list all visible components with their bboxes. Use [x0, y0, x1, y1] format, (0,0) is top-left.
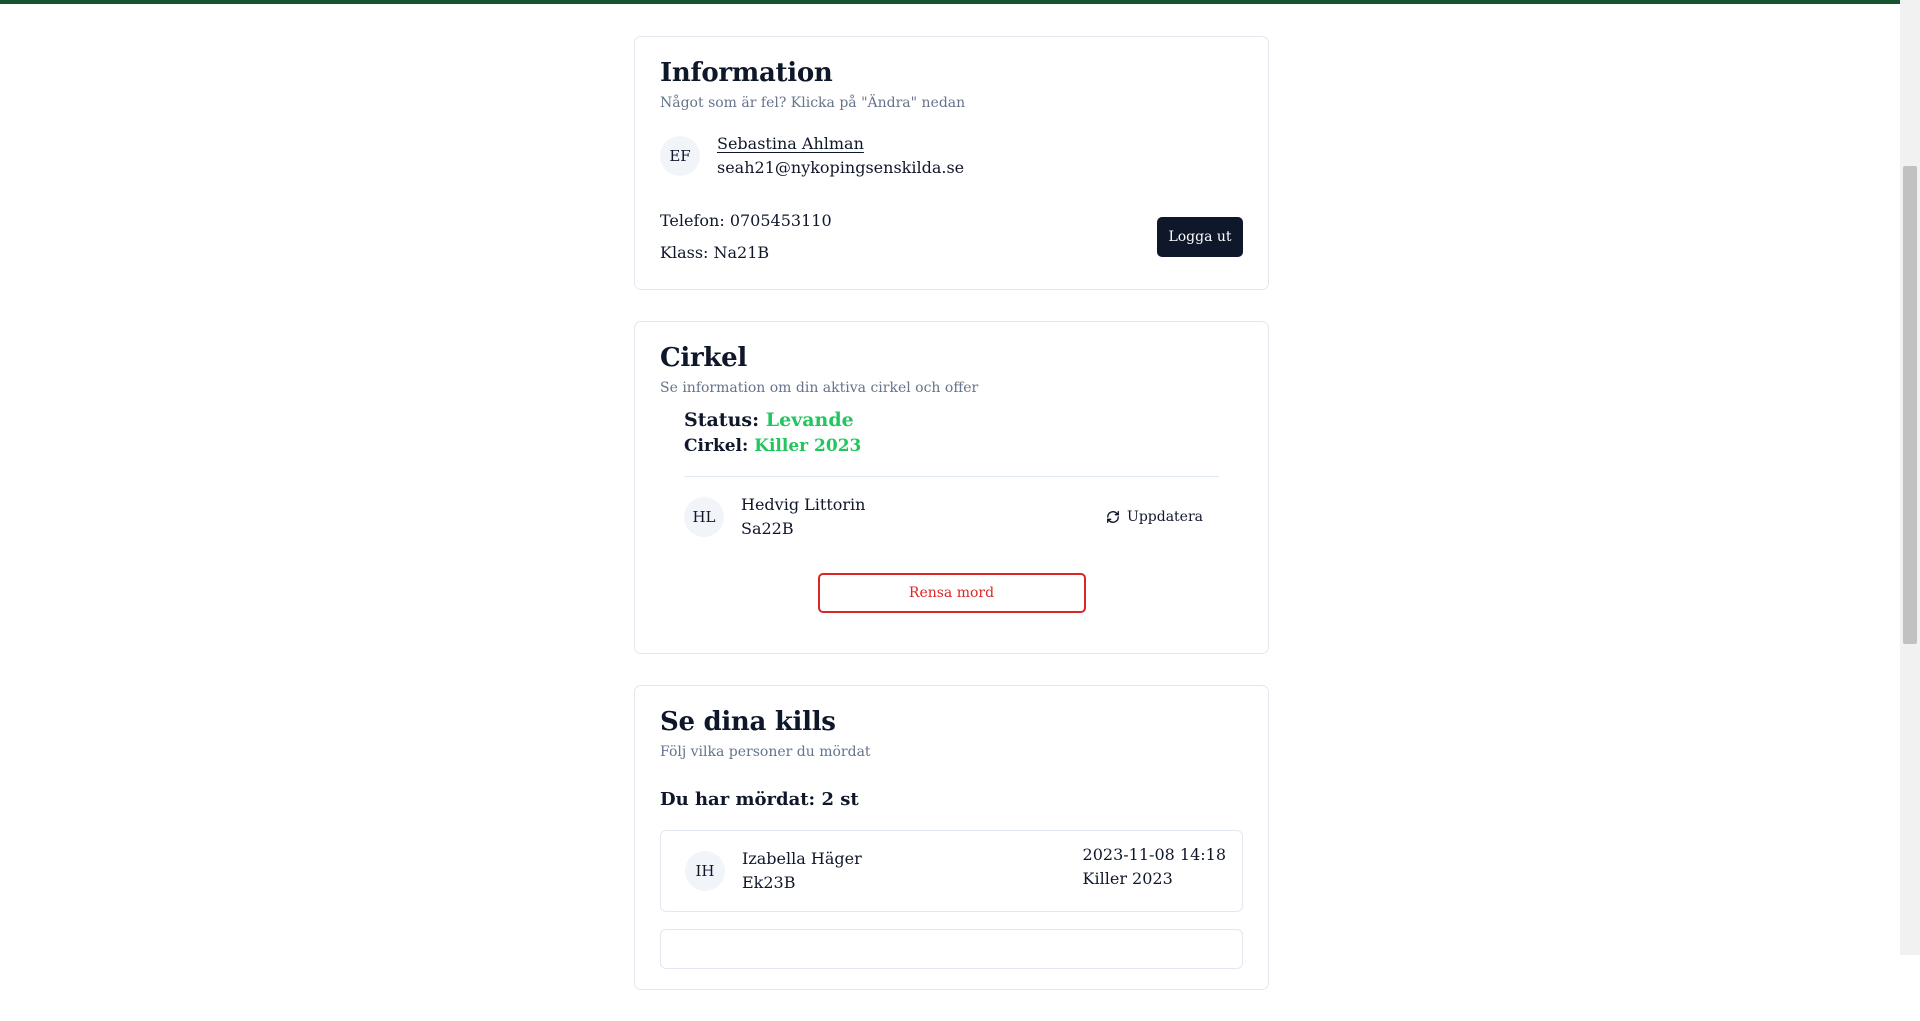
kill-avatar: IH	[685, 851, 725, 891]
target-name: Hedvig Littorin	[741, 495, 866, 514]
kill-list-item	[660, 929, 1243, 969]
kill-details: Izabella Häger Ek23B	[742, 847, 862, 895]
refresh-icon	[1107, 511, 1119, 523]
refresh-button[interactable]: Uppdatera	[1106, 509, 1203, 525]
target-avatar: HL	[684, 497, 724, 537]
status-line: Status: Levande	[684, 407, 1243, 433]
contact-lines: Telefon: 0705453110 Klass: Na21B	[660, 205, 832, 269]
target-details: Hedvig Littorin Sa22B	[741, 493, 865, 541]
target-row: HL Hedvig Littorin Sa22B Uppdatera	[660, 493, 1243, 541]
status-block: Status: Levande Cirkel: Killer 2023	[660, 407, 1243, 459]
information-card: Information Något som är fel? Klicka på …	[634, 36, 1269, 290]
kill-count: Du har mördat: 2 st	[660, 789, 859, 810]
kills-subtitle: Följ vilka personer du mördat	[660, 744, 871, 760]
information-title: Information	[660, 58, 833, 88]
kill-class: Ek23B	[742, 873, 796, 892]
circle-subtitle: Se information om din aktiva cirkel och …	[660, 380, 979, 396]
kill-meta: 2023-11-08 14:18 Killer 2023	[1083, 843, 1226, 891]
circle-card: Cirkel Se information om din aktiva cirk…	[634, 321, 1269, 654]
user-row: EF Sebastina Ahlman seah21@nykopingsensk…	[660, 132, 1243, 180]
phone-text: Telefon: 0705453110	[660, 211, 832, 230]
scrollbar-track[interactable]	[1900, 0, 1920, 955]
scrollbar-thumb[interactable]	[1903, 166, 1917, 644]
circle-title: Cirkel	[660, 343, 747, 373]
circle-line: Cirkel: Killer 2023	[684, 433, 1243, 459]
profile-page: Information Något som är fel? Klicka på …	[634, 36, 1269, 1021]
class-text: Klass: Na21B	[660, 243, 770, 262]
kills-card: Se dina kills Följ vilka personer du mör…	[634, 685, 1269, 990]
logout-button[interactable]: Logga ut	[1157, 217, 1243, 257]
circle-label: Cirkel:	[684, 436, 749, 456]
clear-kills-button[interactable]: Rensa mord	[817, 573, 1086, 613]
avatar: EF	[660, 136, 700, 176]
target-info: HL Hedvig Littorin Sa22B	[684, 493, 865, 541]
information-subtitle: Något som är fel? Klicka på "Ändra" neda…	[660, 95, 966, 111]
kill-list-item: IH Izabella Häger Ek23B 2023-11-08 14:18…	[660, 830, 1243, 912]
target-class: Sa22B	[741, 519, 794, 538]
kills-title: Se dina kills	[660, 707, 836, 737]
kill-circle: Killer 2023	[1082, 869, 1173, 888]
kill-date: 2023-11-08 14:18	[1082, 845, 1226, 864]
circle-value: Killer 2023	[754, 436, 862, 456]
user-email: seah21@nykopingsenskilda.se	[717, 158, 965, 177]
contact-section: Telefon: 0705453110 Klass: Na21B Logga u…	[660, 205, 1243, 269]
user-info: Sebastina Ahlman seah21@nykopingsenskild…	[717, 132, 964, 180]
kill-victim: IH Izabella Häger Ek23B	[685, 847, 862, 895]
status-value: Levande	[765, 409, 854, 431]
kill-name: Izabella Häger	[742, 849, 862, 868]
status-label: Status:	[684, 409, 760, 431]
divider	[684, 476, 1219, 477]
user-name-link[interactable]: Sebastina Ahlman	[717, 132, 964, 156]
refresh-label: Uppdatera	[1127, 509, 1203, 525]
top-accent-bar	[0, 0, 1900, 4]
